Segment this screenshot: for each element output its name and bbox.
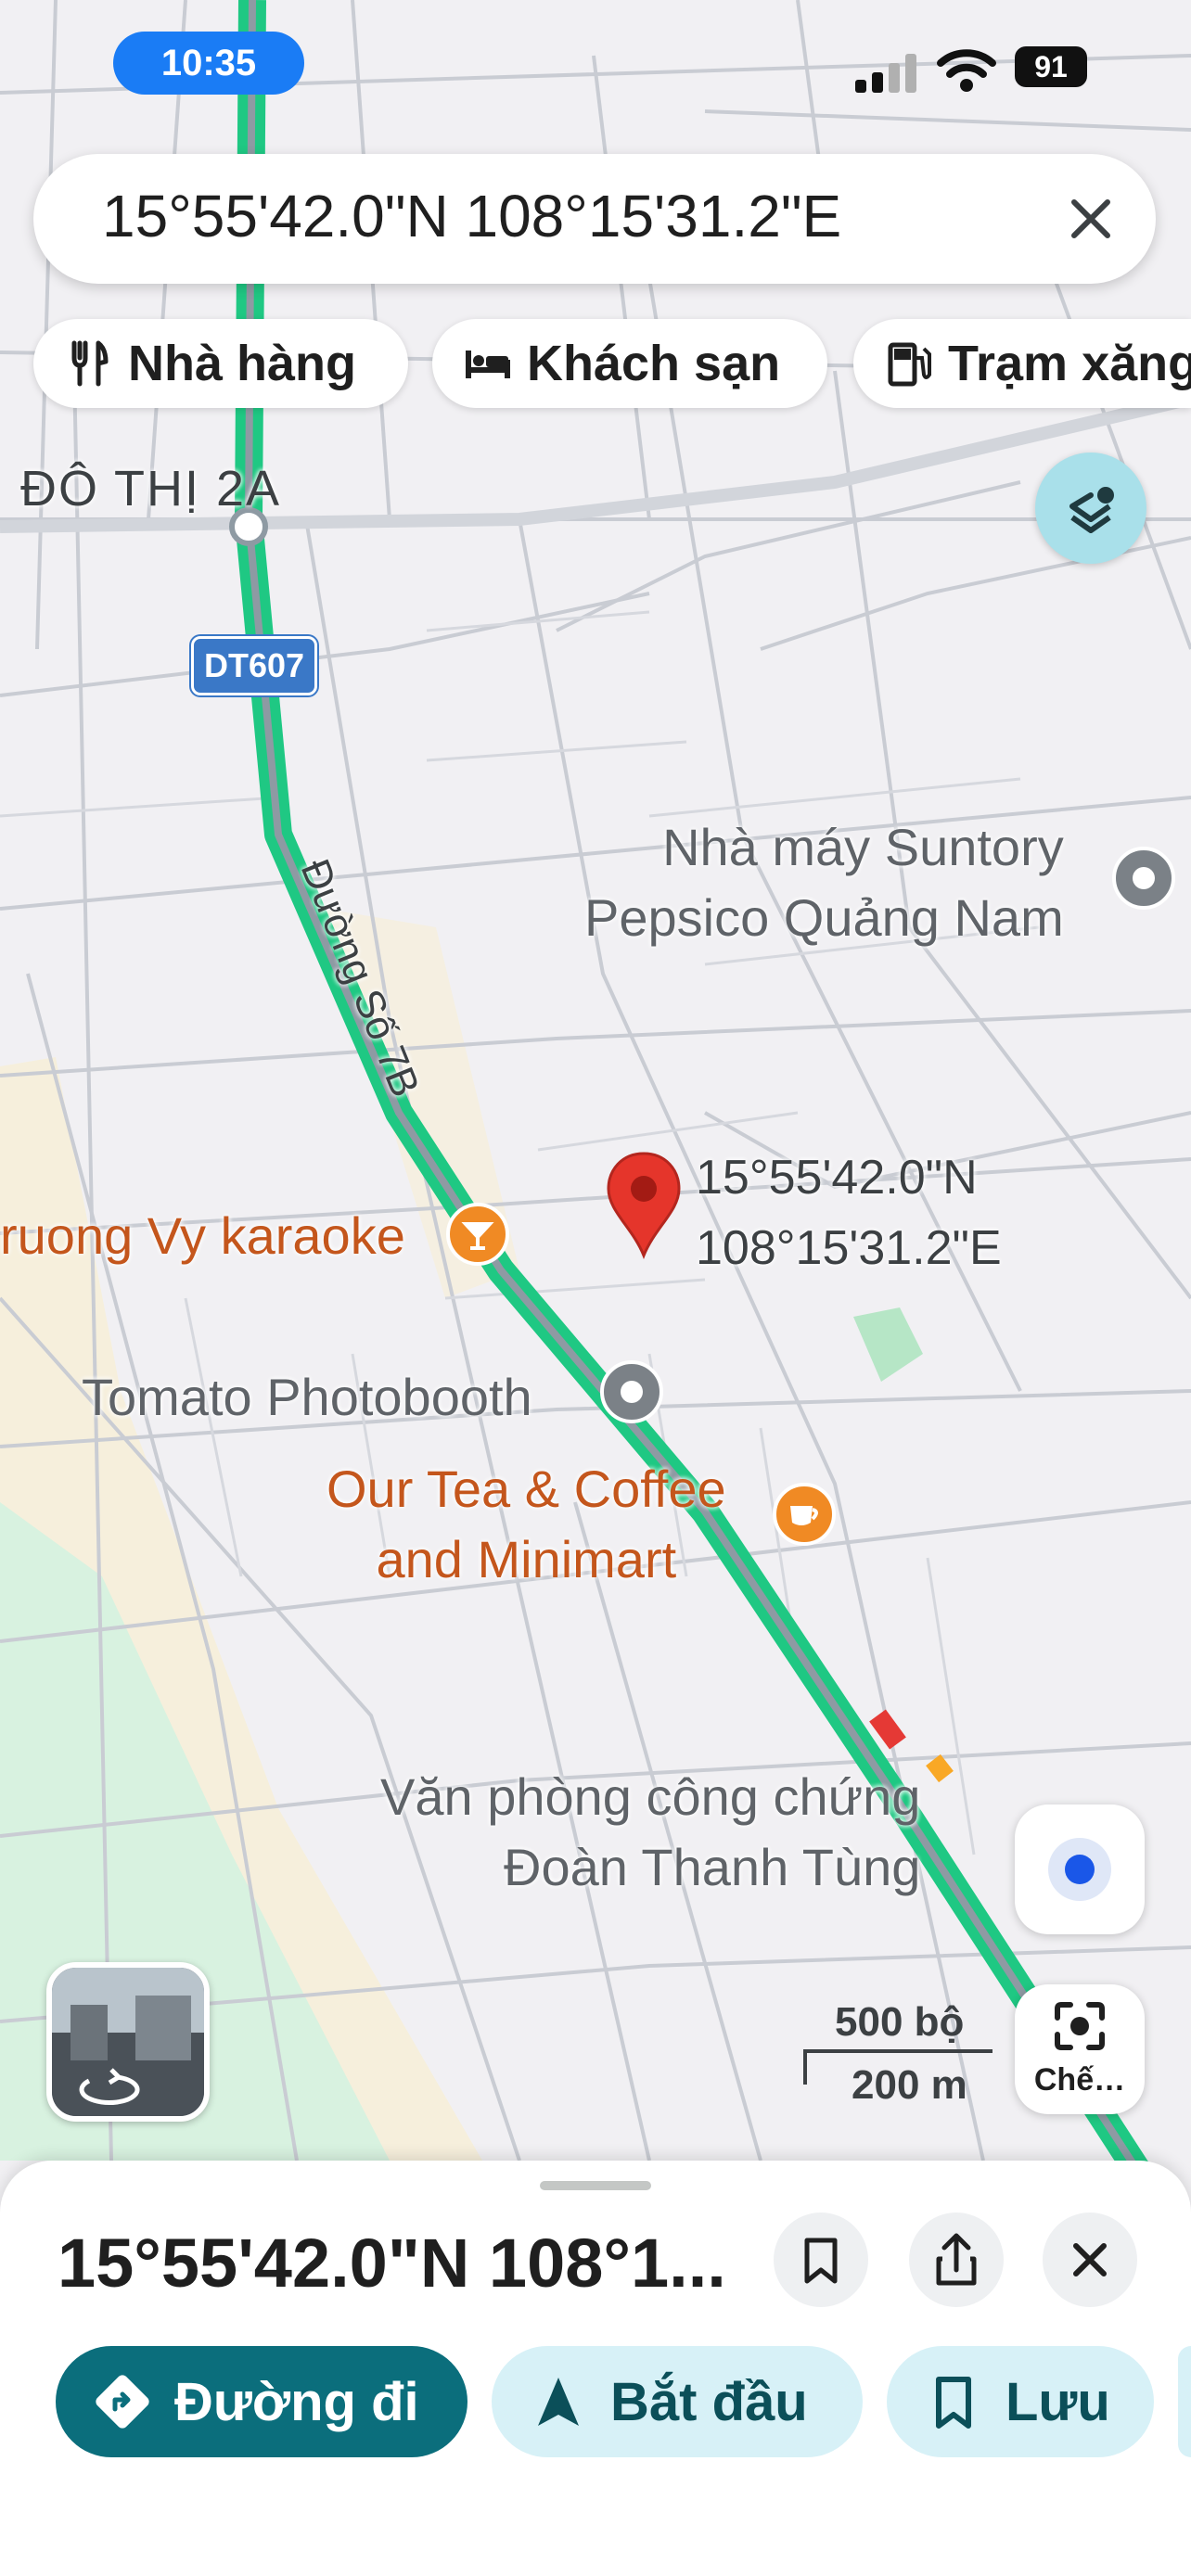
area-label: ĐÔ THỊ 2A	[20, 461, 282, 516]
bookmark-icon	[804, 2238, 838, 2284]
share-icon	[936, 2233, 977, 2286]
poi-name-line-1: Our Tea & Coffee	[327, 1460, 726, 1518]
poi-our-tea[interactable]: Our Tea & Coffee and Minimart	[327, 1454, 726, 1595]
chip-restaurants[interactable]: Nhà hàng	[33, 319, 408, 408]
directions-button[interactable]: Đường đi	[56, 2346, 467, 2457]
chip-label: Trạm xăng	[948, 336, 1191, 391]
more-actions-chip[interactable]	[1178, 2346, 1191, 2457]
poi-name-line-1: Văn phòng công chứng	[380, 1767, 921, 1826]
poi-marker-icon[interactable]	[599, 1359, 664, 1424]
poi-notary-office[interactable]: Văn phòng công chứng Đoàn Thanh Tùng	[380, 1762, 920, 1903]
cafe-marker-icon[interactable]	[772, 1482, 837, 1547]
route-shield: DT607	[191, 636, 317, 695]
bookmark-icon	[936, 2377, 971, 2429]
directions-icon	[96, 2375, 149, 2429]
close-sheet-button[interactable]	[1043, 2213, 1137, 2307]
poi-tomato-photobooth[interactable]: Tomato Photobooth	[82, 1367, 532, 1427]
chip-label: Khách sạn	[527, 336, 781, 391]
poi-name-line-2: and Minimart	[376, 1530, 677, 1588]
wifi-icon	[937, 49, 996, 92]
navigation-arrow-icon	[538, 2378, 579, 2426]
location-pin-icon[interactable]	[605, 1150, 683, 1261]
save-label: Lưu	[1005, 2371, 1110, 2432]
poi-marker-icon[interactable]	[1111, 846, 1176, 911]
layers-button[interactable]	[1035, 453, 1146, 564]
scale-imperial: 500 bộ	[835, 1999, 965, 2045]
directions-label: Đường đi	[174, 2371, 419, 2432]
camera-icon	[1055, 2002, 1105, 2050]
my-location-button[interactable]	[1015, 1804, 1145, 1934]
poi-name-line-1: Nhà máy Suntory	[662, 818, 1064, 876]
poi-name-line-2: Pepsico Quảng Nam	[584, 888, 1064, 947]
start-label: Bắt đầu	[610, 2371, 808, 2432]
pin-coordinates-label: 15°55'42.0"N 108°15'31.2"E	[696, 1142, 1002, 1283]
search-query[interactable]: 15°55'42.0"N 108°15'31.2"E	[102, 182, 841, 250]
chip-gas-stations[interactable]: Trạm xăng	[853, 319, 1191, 408]
poi-name-line-2: Đoàn Thanh Tùng	[504, 1838, 921, 1896]
start-button[interactable]: Bắt đầu	[492, 2346, 863, 2457]
drag-handle[interactable]	[540, 2181, 651, 2190]
chip-hotels[interactable]: Khách sạn	[432, 319, 827, 408]
status-time: 10:35	[113, 32, 304, 95]
bar-marker-icon[interactable]	[445, 1202, 510, 1267]
my-location-icon	[1048, 1838, 1111, 1901]
share-button[interactable]	[909, 2213, 1004, 2307]
gas-station-icon	[888, 342, 931, 387]
save-button[interactable]: Lưu	[887, 2346, 1154, 2457]
poi-suntory[interactable]: Nhà máy Suntory Pepsico Quảng Nam	[584, 812, 1064, 953]
restaurant-icon	[71, 340, 109, 387]
pin-longitude: 108°15'31.2"E	[696, 1221, 1002, 1275]
signal-icon	[855, 54, 916, 93]
poi-karaoke[interactable]: ruong Vy karaoke	[0, 1205, 405, 1266]
pin-latitude: 15°55'42.0"N	[696, 1151, 978, 1205]
hotel-icon	[466, 351, 510, 378]
street-view-image	[52, 1968, 204, 2116]
place-title: 15°55'42.0"N 108°1...	[58, 2225, 726, 2302]
chip-label: Nhà hàng	[128, 336, 357, 391]
scale-metric: 200 m	[852, 2062, 967, 2108]
close-icon[interactable]	[1054, 182, 1128, 256]
layers-icon	[1069, 487, 1114, 533]
save-icon-button[interactable]	[774, 2213, 868, 2307]
lens-label: Chế…	[1033, 2062, 1126, 2098]
battery-indicator: 91	[1015, 46, 1087, 87]
close-icon	[1073, 2243, 1107, 2276]
street-view-thumbnail[interactable]	[46, 1962, 210, 2122]
